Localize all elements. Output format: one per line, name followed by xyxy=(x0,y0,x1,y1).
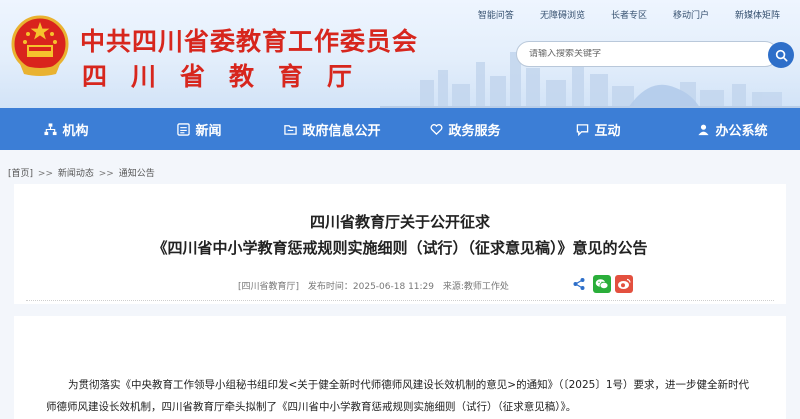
publish-time: 发布时间：2025-06-18 11:29 xyxy=(307,282,435,292)
top-link-new-media[interactable]: 新媒体矩阵 xyxy=(735,8,780,21)
nav-item-label: 机构 xyxy=(62,123,89,139)
nav-item-info-disclosure[interactable]: 政府信息公开 xyxy=(266,120,399,139)
wechat-share-button[interactable] xyxy=(593,275,611,293)
breadcrumb-separator: >> xyxy=(98,169,114,179)
top-links: 智能问答 无障碍浏览 长者专区 移动门户 新媒体矩阵 xyxy=(452,8,780,21)
article-title-line2: 《四川省中小学教育惩戒规则实施细则（试行）（征求意见稿）》意见的公告 xyxy=(152,239,648,257)
article-body: 为贯彻落实《中央教育工作领导小组秘书组印发<关于健全新时代师德师风建设长效机制的… xyxy=(46,379,749,413)
meta-divider xyxy=(26,300,774,301)
nav-item-label: 政务服务 xyxy=(448,123,501,139)
main-nav: 机构 新闻 政府信息公开 政务服务 互动 办公系统 xyxy=(0,108,800,150)
weibo-share-button[interactable] xyxy=(615,275,633,293)
national-emblem-logo xyxy=(11,15,69,76)
org-chart-icon xyxy=(44,122,58,135)
site-header: 中共四川省委教育工作委员会 四川省教育厅 智能问答 无障碍浏览 长者专区 移动门… xyxy=(0,0,800,108)
nav-item-org[interactable]: 机构 xyxy=(0,120,133,139)
dept-name: 四川省教育厅 xyxy=(82,62,377,91)
top-link-elderly[interactable]: 长者专区 xyxy=(611,8,647,21)
top-link-accessibility[interactable]: 无障碍浏览 xyxy=(540,8,585,21)
search-bar xyxy=(516,41,778,67)
article-meta: [四川省教育厅] 发布时间：2025-06-18 11:29 来源:教师工作处 xyxy=(238,279,509,292)
breadcrumb-news[interactable]: 新闻动态 xyxy=(58,169,94,179)
top-link-ai-qa[interactable]: 智能问答 xyxy=(478,8,514,21)
nav-item-news[interactable]: 新闻 xyxy=(133,120,266,139)
nav-item-label: 政府信息公开 xyxy=(302,123,381,139)
nav-item-label: 办公系统 xyxy=(715,123,768,139)
share-icon[interactable] xyxy=(572,277,586,291)
nav-item-office-system[interactable]: 办公系统 xyxy=(665,120,800,139)
info-folder-icon xyxy=(284,124,298,135)
nav-item-label: 新闻 xyxy=(195,123,222,139)
article-title-line1: 四川省教育厅关于公开征求 xyxy=(309,213,490,231)
publisher: [四川省教育厅] xyxy=(238,282,300,292)
search-input[interactable] xyxy=(517,49,747,59)
breadcrumb-separator: >> xyxy=(37,169,53,179)
nav-item-gov-services[interactable]: 政务服务 xyxy=(399,120,532,139)
breadcrumb: [首页] >> 新闻动态 >> 通知公告 xyxy=(8,166,155,179)
org-name: 中共四川省委教育工作委员会 xyxy=(80,27,419,56)
search-icon xyxy=(775,49,788,62)
chat-icon xyxy=(577,123,589,136)
weibo-icon xyxy=(618,278,631,289)
people-icon xyxy=(698,124,710,135)
breadcrumb-home[interactable]: [首页] xyxy=(8,169,33,179)
breadcrumb-notices[interactable]: 通知公告 xyxy=(119,169,155,179)
wechat-icon xyxy=(595,279,609,289)
top-link-mobile[interactable]: 移动门户 xyxy=(673,8,709,21)
nav-item-label: 互动 xyxy=(594,123,621,139)
search-button[interactable] xyxy=(768,42,794,68)
heart-hand-icon xyxy=(431,123,443,135)
nav-item-interaction[interactable]: 互动 xyxy=(532,120,665,139)
article-source: 来源:教师工作处 xyxy=(442,282,509,292)
news-icon xyxy=(177,122,191,136)
